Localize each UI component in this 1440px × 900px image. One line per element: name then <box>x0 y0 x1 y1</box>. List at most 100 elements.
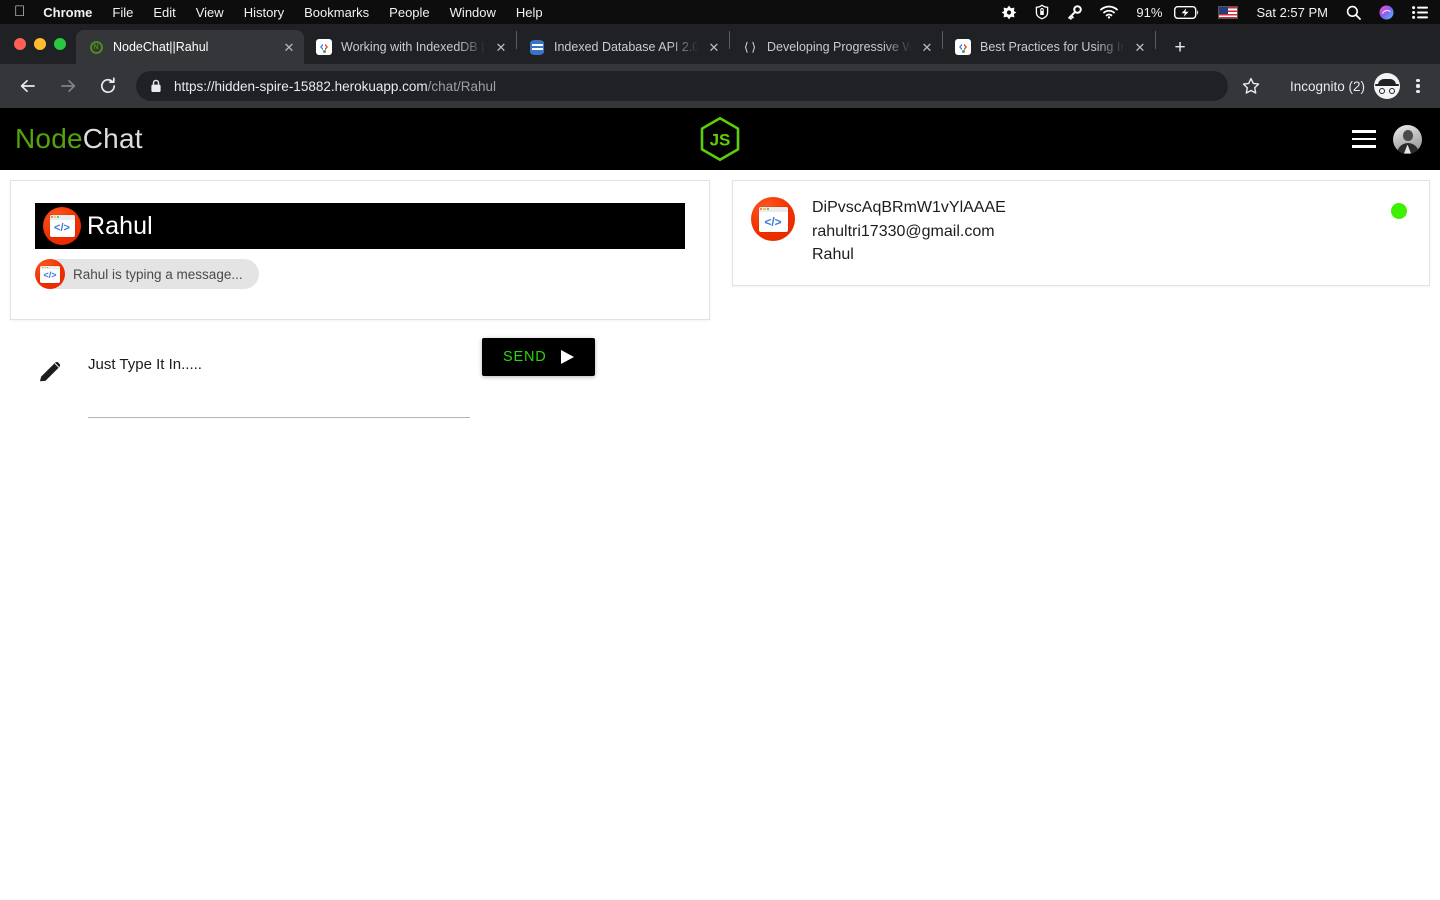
chat-column: </> Rahul </> Rahul is typing a message.… <box>10 180 710 418</box>
tab-close-icon[interactable]: ✕ <box>705 38 723 56</box>
tab-title: Best Practices for Using Indexe <box>980 40 1125 54</box>
user-socket-id: DiPvscAqBRmW1vYlAAAE <box>812 199 1006 216</box>
close-window-button[interactable] <box>14 38 26 50</box>
menu-item-edit[interactable]: Edit <box>143 5 185 20</box>
menu-item-help[interactable]: Help <box>506 5 553 20</box>
browser-toolbar: https://hidden-spire-15882.herokuapp.com… <box>0 64 1440 108</box>
code-window-avatar-icon: </> <box>35 259 65 289</box>
google-developers-icon <box>316 39 332 55</box>
apple-logo-icon[interactable]:  <box>14 4 25 19</box>
battery-percent-label: 91% <box>1136 4 1163 20</box>
browser-tab-nodechat[interactable]: N NodeChat||Rahul ✕ <box>76 30 304 64</box>
brand-text-chat: Chat <box>82 123 143 154</box>
user-email: rahultri17330@gmail.com <box>812 222 995 240</box>
brand-text-node: Node <box>15 123 83 154</box>
hamburger-menu-icon[interactable] <box>1352 130 1376 148</box>
user-display-name: Rahul <box>812 246 854 264</box>
menu-item-file[interactable]: File <box>102 5 143 20</box>
menu-item-chrome[interactable]: Chrome <box>41 5 102 20</box>
send-button-label: SEND <box>503 349 547 365</box>
tab-title: NodeChat||Rahul <box>113 40 209 54</box>
code-window-avatar-icon: </> <box>751 197 795 241</box>
app-brand-logo[interactable]: NodeChat <box>15 123 143 155</box>
incognito-icon[interactable] <box>1374 73 1400 99</box>
online-user-card[interactable]: </> DiPvscAqBRmW1vYlAAAE rahultri17330@g… <box>732 180 1430 287</box>
browser-tab-working-with-indexeddb[interactable]: Working with IndexedDB | We ✕ <box>304 30 516 64</box>
spotlight-search-icon[interactable] <box>1337 5 1370 20</box>
web-page-content: NodeChat JS </> Rahul </> Rahul is typin… <box>0 108 1440 900</box>
menu-item-bookmarks[interactable]: Bookmarks <box>294 5 379 20</box>
browser-tab-indexed-database-api[interactable]: Indexed Database API 2.0 ✕ <box>517 30 729 64</box>
address-bar-url: https://hidden-spire-15882.herokuapp.com… <box>174 79 496 94</box>
app-body: </> Rahul </> Rahul is typing a message.… <box>0 170 1440 418</box>
siri-icon[interactable] <box>1370 5 1403 20</box>
adblock-icon[interactable] <box>992 5 1026 20</box>
avatar-code-glyph: </> <box>43 270 57 280</box>
menu-item-people[interactable]: People <box>379 5 439 20</box>
browser-tab-developing-progressive-web-apps[interactable]: ⟨⟩ Developing Progressive Web A ✕ <box>730 30 942 64</box>
send-arrow-icon <box>560 350 574 364</box>
pencil-edit-icon <box>36 358 66 391</box>
minimize-window-button[interactable] <box>34 38 46 50</box>
message-input[interactable] <box>88 356 470 418</box>
menu-item-view[interactable]: View <box>186 5 234 20</box>
battery-charging-icon[interactable] <box>1171 5 1209 19</box>
url-domain: https://hidden-spire-15882.herokuapp.com <box>174 78 428 94</box>
chat-peer-header: </> Rahul <box>35 203 685 249</box>
os-menu-bar:  Chrome File Edit View History Bookmark… <box>0 0 1440 24</box>
typing-status-bubble: Rahul is typing a message... <box>39 259 259 289</box>
user-card-info: DiPvscAqBRmW1vYlAAAE rahultri17330@gmail… <box>812 197 1006 267</box>
browser-window: N NodeChat||Rahul ✕ Working with Indexed… <box>0 24 1440 900</box>
maximize-window-button[interactable] <box>54 38 66 50</box>
reload-icon[interactable] <box>92 70 124 102</box>
users-column: </> DiPvscAqBRmW1vYlAAAE rahultri17330@g… <box>732 180 1430 287</box>
url-path: /chat/Rahul <box>427 78 496 94</box>
google-developers-icon <box>955 39 971 55</box>
svg-text:JS: JS <box>710 131 731 150</box>
address-bar[interactable]: https://hidden-spire-15882.herokuapp.com… <box>136 71 1228 101</box>
send-button[interactable]: SEND <box>482 338 595 376</box>
tab-title: Indexed Database API 2.0 <box>554 40 699 54</box>
menu-item-window[interactable]: Window <box>440 5 506 20</box>
nodechat-icon: N <box>88 39 104 55</box>
three-dot-menu-icon[interactable] <box>1404 72 1432 100</box>
incognito-label: Incognito (2) <box>1289 78 1365 94</box>
user-avatar[interactable] <box>1393 124 1422 154</box>
vpn-shield-icon[interactable] <box>1026 4 1058 20</box>
window-traffic-lights <box>10 24 76 64</box>
code-window-avatar-icon: </> <box>43 207 81 245</box>
tab-close-icon[interactable]: ✕ <box>1131 38 1149 56</box>
forward-arrow-icon[interactable] <box>52 70 84 102</box>
wifi-icon[interactable] <box>1091 5 1127 19</box>
database-icon <box>529 39 545 55</box>
code-brackets-icon: ⟨⟩ <box>742 40 758 55</box>
tab-close-icon[interactable]: ✕ <box>280 38 298 56</box>
tab-title: Working with IndexedDB | We <box>341 40 486 54</box>
typing-indicator-row: </> Rahul is typing a message... <box>35 259 685 289</box>
key-icon[interactable] <box>1058 4 1091 20</box>
us-flag-icon[interactable] <box>1209 5 1247 19</box>
nodejs-logo-icon: JS <box>696 115 744 168</box>
back-arrow-icon[interactable] <box>12 70 44 102</box>
chat-peer-name: Rahul <box>87 211 153 240</box>
chat-panel: </> Rahul </> Rahul is typing a message.… <box>10 180 710 320</box>
app-header-actions <box>1352 124 1422 154</box>
tab-title: Developing Progressive Web A <box>767 40 912 54</box>
app-header: NodeChat JS <box>0 108 1440 170</box>
tab-close-icon[interactable]: ✕ <box>492 38 510 56</box>
star-icon[interactable] <box>1236 71 1266 101</box>
tab-separator <box>1155 31 1156 49</box>
message-input-wrapper <box>88 352 470 418</box>
avatar-code-glyph: </> <box>764 214 782 229</box>
new-tab-button[interactable]: + <box>1166 33 1194 61</box>
online-status-dot <box>1391 203 1407 219</box>
tab-close-icon[interactable]: ✕ <box>918 38 936 56</box>
browser-tab-strip: N NodeChat||Rahul ✕ Working with Indexed… <box>0 24 1440 64</box>
lock-icon <box>150 79 162 93</box>
menu-item-history[interactable]: History <box>234 5 294 20</box>
avatar-code-glyph: </> <box>54 221 70 234</box>
message-composer: SEND <box>10 320 710 418</box>
browser-tab-best-practices[interactable]: Best Practices for Using Indexe ✕ <box>943 30 1155 64</box>
clock-label[interactable]: Sat 2:57 PM <box>1247 5 1337 20</box>
control-center-icon[interactable] <box>1403 5 1432 19</box>
